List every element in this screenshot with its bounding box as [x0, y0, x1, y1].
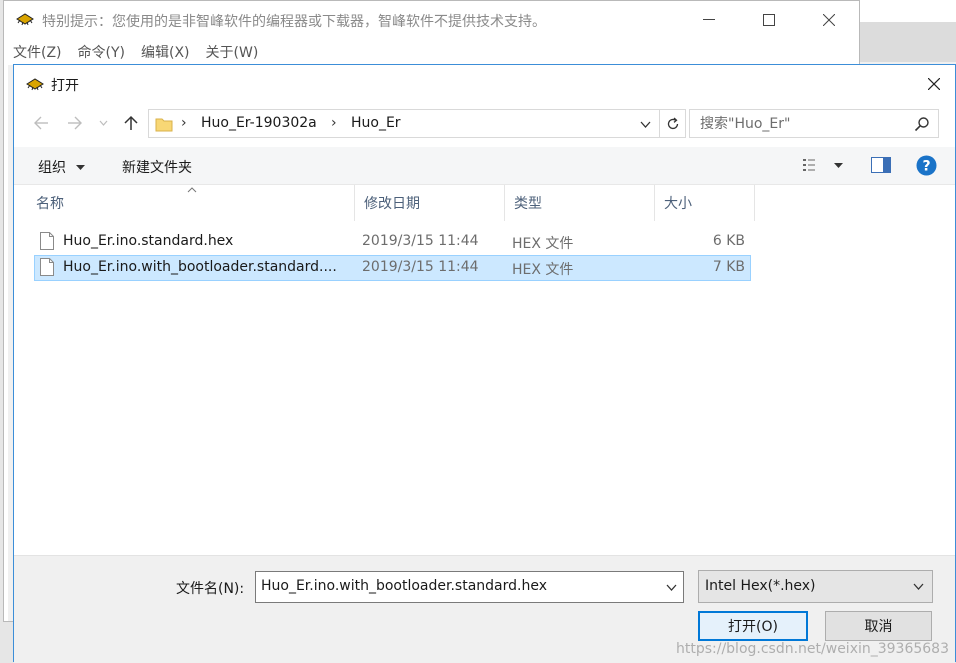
sort-ascending-icon: [187, 187, 197, 193]
file-size: 6 KB: [712, 233, 745, 249]
file-row[interactable]: Huo_Er.ino.standard.hex 2019/3/15 11:44 …: [34, 229, 751, 255]
menu-item-about[interactable]: 关于(W): [206, 42, 259, 62]
file-icon: [40, 258, 54, 276]
new-folder-button[interactable]: 新建文件夹: [122, 157, 192, 177]
svg-text:?: ?: [922, 159, 930, 175]
column-name[interactable]: 名称: [27, 185, 355, 221]
filetype-value: Intel Hex(*.hex): [705, 578, 816, 594]
parent-window-title: 特别提示：您使用的是非智峰软件的编程器或下载器，智峰软件不提供技术支持。: [42, 14, 546, 30]
maximize-icon: [763, 14, 775, 26]
dialog-footer: 文件名(N): Huo_Er.ino.with_bootloader.stand…: [14, 555, 955, 663]
chevron-down-icon: [640, 121, 650, 128]
address-bar[interactable]: › Huo_Er-190302a › Huo_Er: [148, 109, 686, 138]
minimize-icon: [703, 19, 715, 20]
back-button[interactable]: [30, 113, 52, 133]
caret-down-icon[interactable]: [834, 163, 843, 169]
open-file-dialog: 打开 › Huo_Er-190302a › Huo_Er 搜索"Huo_Er" …: [13, 64, 956, 663]
file-name: Huo_Er.ino.standard.hex: [63, 233, 234, 249]
search-input[interactable]: [690, 110, 910, 137]
desktop-band: [860, 0, 956, 22]
menu-item-command[interactable]: 命令(Y): [78, 42, 125, 62]
maximize-button[interactable]: [740, 1, 798, 39]
file-icon: [40, 232, 54, 250]
filename-value: Huo_Er.ino.with_bootloader.standard.hex: [261, 578, 548, 594]
chevron-down-icon[interactable]: [666, 584, 677, 591]
breadcrumb-separator: ›: [181, 115, 187, 131]
column-type[interactable]: 类型: [505, 185, 655, 221]
column-name-label: 名称: [36, 196, 64, 212]
column-date-label: 修改日期: [364, 196, 420, 212]
preview-pane-icon[interactable]: [871, 157, 891, 173]
minimize-button[interactable]: [680, 1, 738, 39]
file-type: HEX 文件: [512, 236, 574, 252]
dialog-title-bar: 打开: [14, 65, 955, 103]
forward-button[interactable]: [64, 113, 86, 133]
parent-title-bar: 特别提示：您使用的是非智峰软件的编程器或下载器，智峰软件不提供技术支持。: [4, 1, 859, 39]
column-size-label: 大小: [664, 196, 692, 212]
chip-icon: [16, 13, 34, 26]
filename-input[interactable]: Huo_Er.ino.with_bootloader.standard.hex: [255, 571, 684, 603]
address-dropdown-button[interactable]: [635, 114, 655, 134]
caret-down-icon: [76, 165, 86, 170]
dialog-title: 打开: [51, 78, 79, 94]
organize-label: 组织: [38, 160, 66, 176]
view-details-icon[interactable]: [803, 158, 823, 172]
up-button[interactable]: [120, 113, 142, 133]
refresh-button[interactable]: [659, 110, 685, 137]
file-date: 2019/3/15 11:44: [362, 259, 479, 275]
file-type: HEX 文件: [512, 262, 574, 278]
folder-icon: [155, 118, 173, 132]
chip-icon: [26, 78, 44, 91]
recent-locations-button[interactable]: [96, 113, 110, 133]
menu-bar: 文件(Z) 命令(Y) 编辑(X) 关于(W): [4, 39, 859, 65]
column-date[interactable]: 修改日期: [355, 185, 505, 221]
close-button[interactable]: [800, 1, 858, 39]
close-icon: [823, 14, 835, 26]
column-header: 名称 修改日期 类型 大小: [14, 185, 955, 221]
arrow-up-icon: [124, 115, 138, 130]
dialog-close-button[interactable]: [913, 65, 955, 103]
file-name: Huo_Er.ino.with_bootloader.standard....: [63, 259, 337, 275]
cancel-button[interactable]: 取消: [825, 611, 932, 641]
file-date: 2019/3/15 11:44: [362, 233, 479, 249]
breadcrumb-separator: ›: [331, 115, 337, 131]
column-size[interactable]: 大小: [655, 185, 755, 221]
breadcrumb-item[interactable]: Huo_Er: [351, 115, 401, 131]
menu-item-file[interactable]: 文件(Z): [13, 42, 62, 62]
open-button[interactable]: 打开(O): [698, 611, 808, 641]
menu-item-edit[interactable]: 编辑(X): [141, 42, 190, 62]
navigation-row: › Huo_Er-190302a › Huo_Er: [14, 103, 955, 143]
file-row-selected[interactable]: Huo_Er.ino.with_bootloader.standard.... …: [34, 255, 751, 281]
chevron-down-icon: [99, 120, 107, 126]
search-icon[interactable]: [914, 116, 930, 132]
close-icon: [928, 78, 940, 90]
chevron-down-icon: [913, 583, 924, 590]
refresh-icon: [667, 117, 678, 129]
filetype-select[interactable]: Intel Hex(*.hex): [698, 570, 933, 603]
file-size: 7 KB: [712, 259, 745, 275]
arrow-left-icon: [34, 116, 48, 130]
organize-button[interactable]: 组织: [38, 157, 86, 177]
filename-label: 文件名(N):: [176, 581, 245, 597]
watermark: https://blog.csdn.net/weixin_39365683: [675, 641, 949, 657]
breadcrumb-item[interactable]: Huo_Er-190302a: [201, 115, 317, 131]
help-icon[interactable]: ?: [916, 155, 937, 176]
search-box: [689, 109, 939, 138]
column-type-label: 类型: [514, 196, 542, 212]
desktop-band: [860, 22, 956, 62]
arrow-right-icon: [68, 116, 82, 130]
command-bar: 组织 新建文件夹 ?: [14, 147, 955, 185]
